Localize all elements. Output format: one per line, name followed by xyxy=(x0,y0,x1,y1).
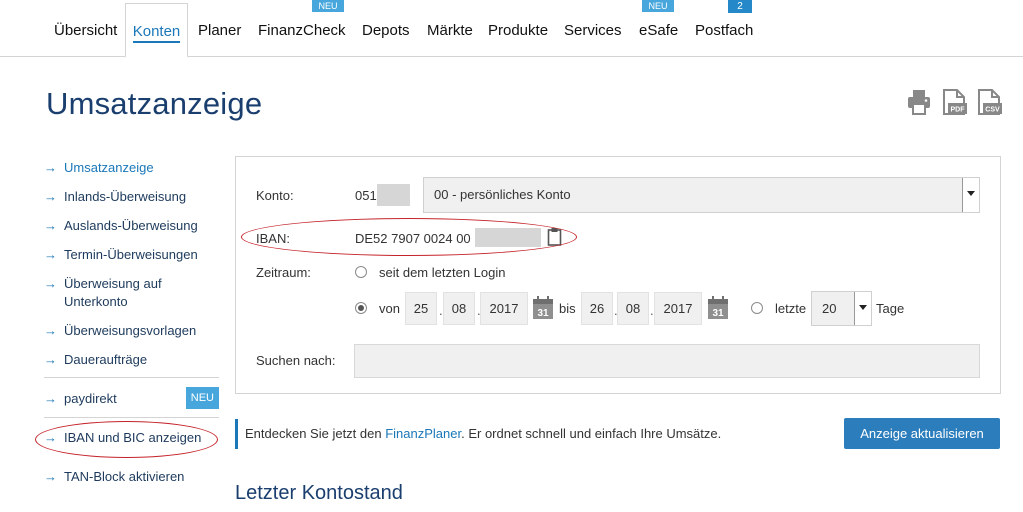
sidebar-item-label: Daueraufträge xyxy=(64,352,148,367)
info-banner: Entdecken Sie jetzt den FinanzPlaner. Er… xyxy=(235,419,805,449)
active-tab-underline xyxy=(133,41,180,43)
sidebar-item-ueberweisung-unterkonto[interactable]: → Überweisung auf Unterkonto xyxy=(44,275,219,311)
nav-item-esafe[interactable]: eSafe xyxy=(639,22,678,42)
arrow-right-icon: → xyxy=(44,469,57,484)
nav-item-maerkte[interactable]: Märkte xyxy=(427,22,473,42)
search-label: Suchen nach: xyxy=(256,353,336,368)
export-toolbar: PDF CSV xyxy=(906,88,1004,118)
top-navigation: Übersicht Konten Planer FinanzCheck NEU … xyxy=(0,0,1023,58)
sidebar-item-label: Auslands-Überweisung xyxy=(64,218,198,233)
finanzplaner-link[interactable]: FinanzPlaner xyxy=(385,426,461,441)
tage-label: Tage xyxy=(876,301,905,316)
iban-highlight-ellipse xyxy=(241,218,577,256)
update-display-button[interactable]: Anzeige aktualisieren xyxy=(844,418,1000,449)
konto-select-value: 00 - persönliches Konto xyxy=(434,187,571,202)
konto-number-prefix: 051 xyxy=(355,188,377,203)
arrow-right-icon: → xyxy=(44,352,57,367)
konto-label: Konto: xyxy=(256,188,294,203)
sidebar-item-ueberweisungsvorlagen[interactable]: → Überweisungsvorlagen xyxy=(44,322,219,340)
chevron-down-icon[interactable] xyxy=(962,178,979,212)
sidebar-item-termin-ueberweisungen[interactable]: → Termin-Überweisungen xyxy=(44,246,219,264)
info-text-after: . Er ordnet schnell und einfach Ihre Ums… xyxy=(461,426,722,441)
arrow-right-icon: → xyxy=(44,323,57,338)
sidebar-item-label: Termin-Überweisungen xyxy=(64,247,198,262)
postfach-count-badge: 2 xyxy=(728,0,752,13)
arrow-right-icon: → xyxy=(44,247,57,262)
pdf-icon-label: PDF xyxy=(951,107,966,114)
von-label: von xyxy=(379,301,400,316)
arrow-right-icon: → xyxy=(44,160,57,175)
sidebar-item-auslands-ueberweisung[interactable]: → Auslands-Überweisung xyxy=(44,217,219,235)
nav-item-postfach[interactable]: Postfach xyxy=(695,22,753,42)
zeitraum-label: Zeitraum: xyxy=(256,265,311,280)
sidebar-item-label: Überweisungsvorlagen xyxy=(64,323,197,338)
nav-item-finanzcheck[interactable]: FinanzCheck xyxy=(258,22,346,42)
sidebar-divider xyxy=(44,377,219,378)
sidebar-item-label: Umsatzanzeige xyxy=(64,160,154,175)
from-month-input[interactable]: 08 xyxy=(443,292,475,325)
info-text-before: Entdecken Sie jetzt den xyxy=(245,426,382,441)
sidebar-item-dauerauftraege[interactable]: → Daueraufträge xyxy=(44,351,219,369)
sidebar-item-label: TAN-Block aktivieren xyxy=(64,469,185,484)
nav-item-planer[interactable]: Planer xyxy=(198,22,241,42)
radio-letzte-tage[interactable] xyxy=(751,302,763,314)
radio-seit-login[interactable] xyxy=(355,266,367,278)
nav-item-konten-label: Konten xyxy=(132,23,181,40)
letzte-tage-select[interactable]: 20 xyxy=(811,291,872,326)
paydirekt-new-badge: NEU xyxy=(185,387,219,409)
bis-label: bis xyxy=(559,301,576,316)
letzte-label: letzte xyxy=(775,301,807,316)
radio-date-range[interactable] xyxy=(355,302,367,314)
to-year-input[interactable]: 2017 xyxy=(654,292,702,325)
sidebar-highlight-ellipse xyxy=(35,421,218,458)
from-year-input[interactable]: 2017 xyxy=(480,292,528,325)
sidebar-item-inlands-ueberweisung[interactable]: → Inlands-Überweisung xyxy=(44,188,219,206)
search-input[interactable] xyxy=(354,344,980,378)
arrow-right-icon: → xyxy=(44,276,57,291)
pdf-icon[interactable]: PDF xyxy=(941,88,967,116)
sidebar-item-umsatzanzeige[interactable]: → Umsatzanzeige xyxy=(44,159,219,177)
chevron-down-icon[interactable] xyxy=(854,292,871,325)
to-day-input[interactable]: 26 xyxy=(581,292,613,325)
info-banner-text: Entdecken Sie jetzt den FinanzPlaner. Er… xyxy=(245,426,721,441)
sidebar-item-tan-block[interactable]: → TAN-Block aktivieren xyxy=(44,468,219,486)
sidebar-item-label: Inlands-Überweisung xyxy=(64,189,187,204)
calendar-icon-day: 31 xyxy=(537,308,549,319)
sidebar-item-paydirekt[interactable]: → paydirekt NEU xyxy=(44,387,219,409)
nav-item-depots[interactable]: Depots xyxy=(362,22,410,42)
page-title: Umsatzanzeige xyxy=(46,86,263,121)
letzte-tage-value: 20 xyxy=(822,301,837,316)
print-icon[interactable] xyxy=(906,88,932,116)
arrow-right-icon: → xyxy=(44,391,57,406)
calendar-icon[interactable]: 31 xyxy=(532,296,554,320)
csv-icon[interactable]: CSV xyxy=(976,88,1002,116)
konto-select[interactable]: 00 - persönliches Konto xyxy=(423,177,980,213)
nav-item-uebersicht[interactable]: Übersicht xyxy=(54,22,117,42)
calendar-icon-day: 31 xyxy=(712,308,724,319)
nav-item-produkte[interactable]: Produkte xyxy=(488,22,548,42)
finanzcheck-new-badge: NEU xyxy=(312,0,344,12)
section-title-kontostand: Letzter Kontostand xyxy=(235,482,403,504)
arrow-right-icon: → xyxy=(44,189,57,204)
nav-item-konten[interactable]: Konten xyxy=(125,3,188,58)
redacted-konto-number xyxy=(377,184,410,206)
esafe-new-badge: NEU xyxy=(642,0,674,12)
csv-icon-label: CSV xyxy=(985,107,1000,114)
radio-seit-login-label: seit dem letzten Login xyxy=(379,265,506,280)
nav-item-services[interactable]: Services xyxy=(564,22,622,42)
to-month-input[interactable]: 08 xyxy=(617,292,649,325)
sidebar-item-label: Überweisung auf Unterkonto xyxy=(64,276,162,309)
sidebar-divider xyxy=(44,417,219,418)
from-day-input[interactable]: 25 xyxy=(405,292,437,325)
arrow-right-icon: → xyxy=(44,218,57,233)
calendar-icon[interactable]: 31 xyxy=(707,296,729,320)
